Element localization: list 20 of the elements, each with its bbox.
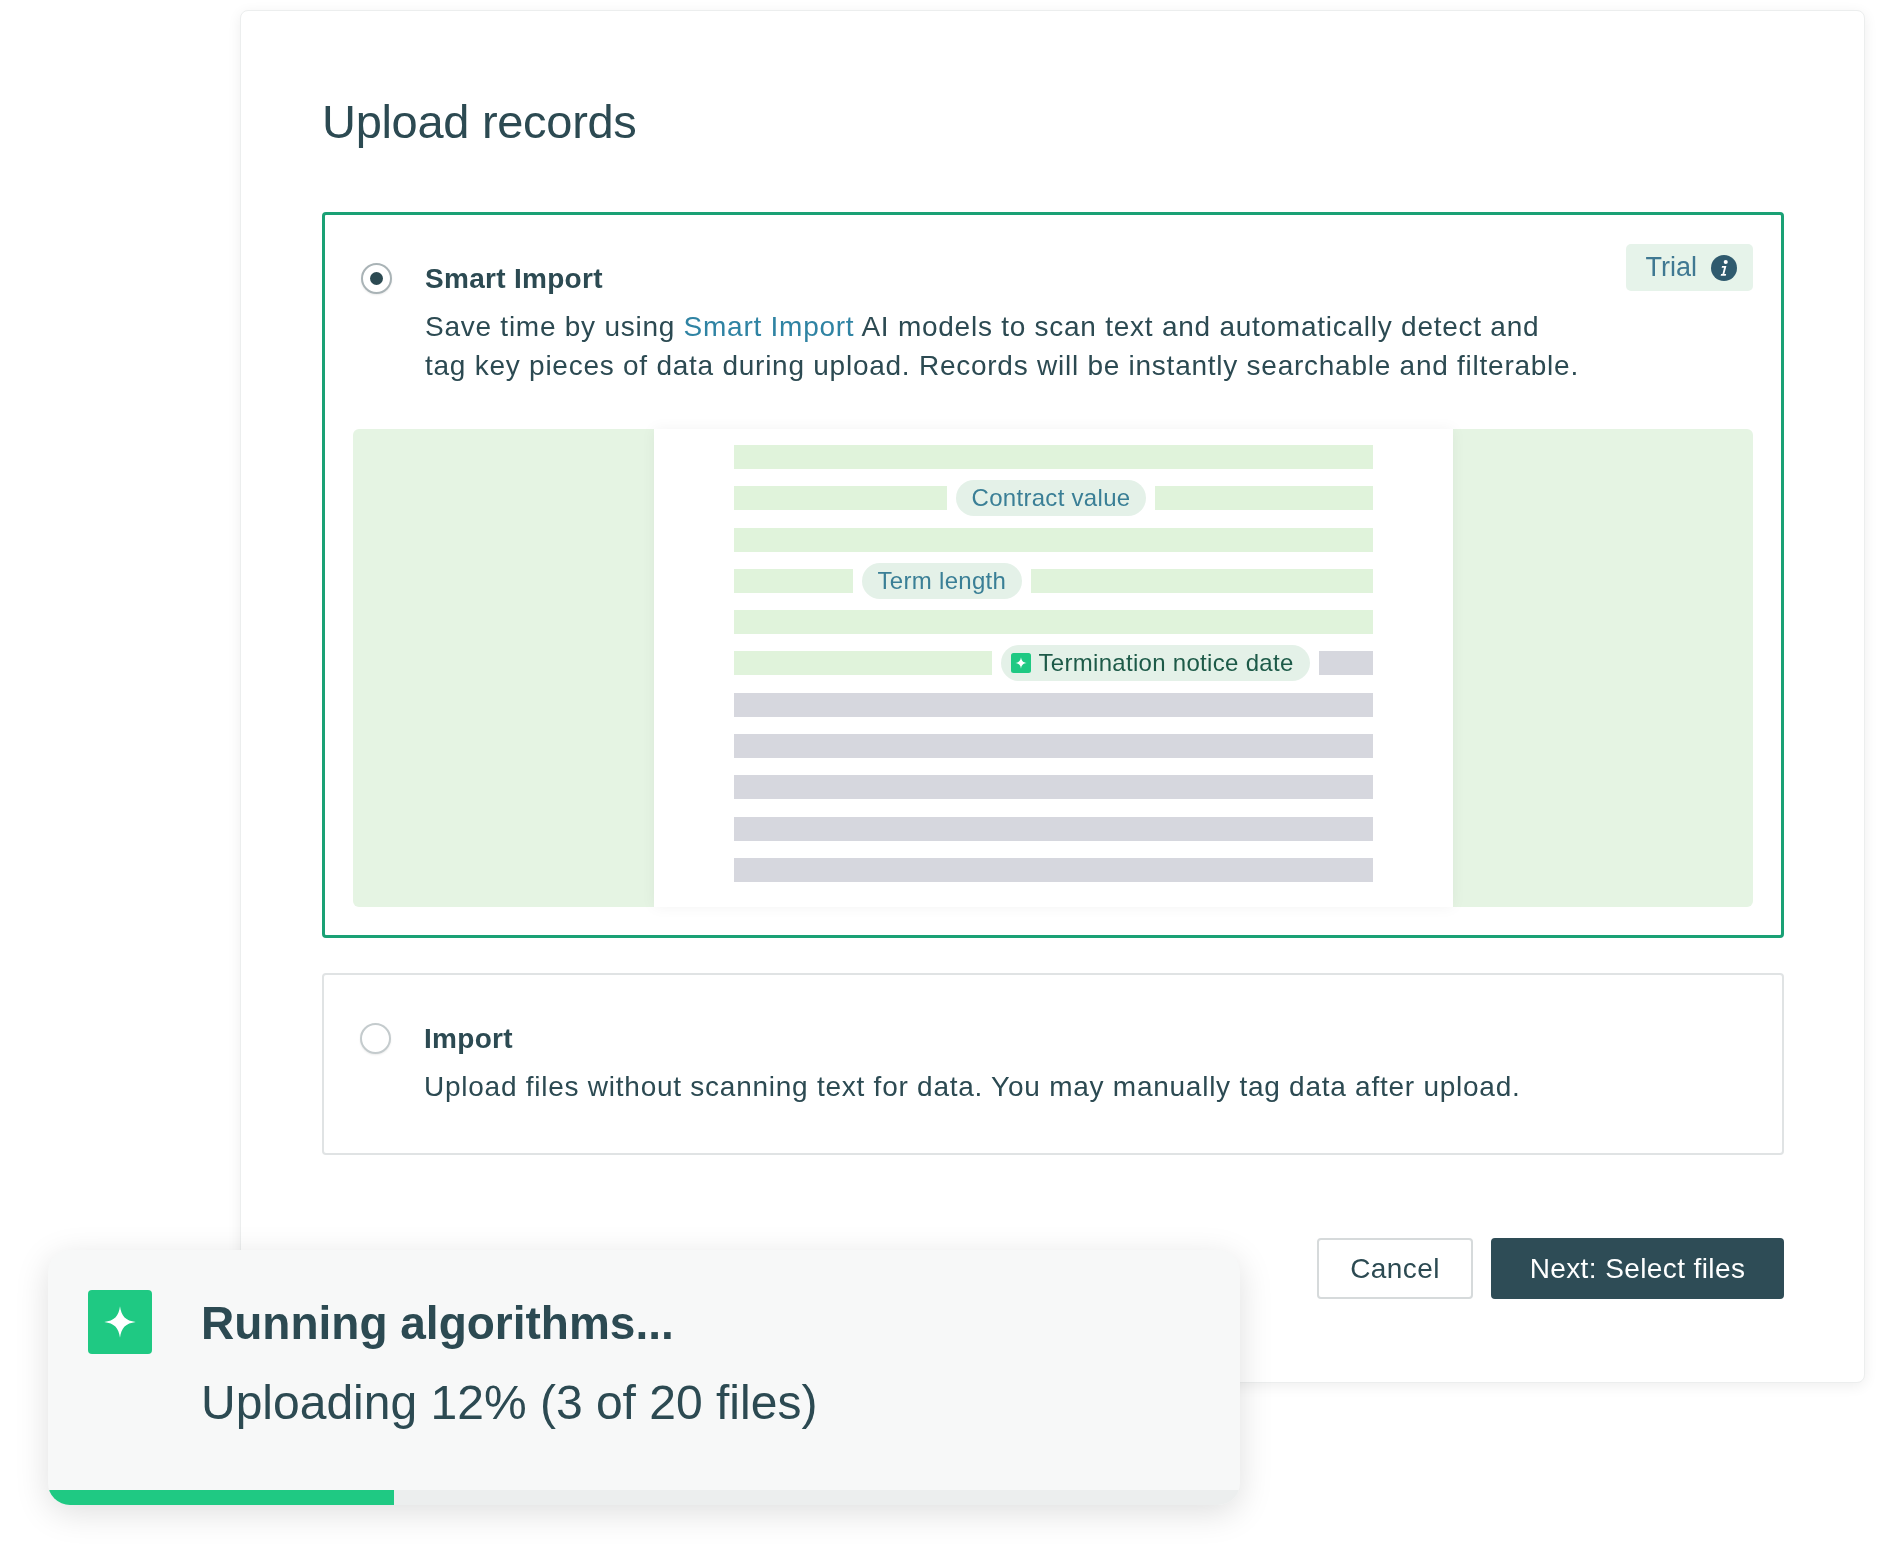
dialog-title: Upload records [322,95,638,148]
badge-label: Trial [1645,252,1697,283]
tag-chip: Term length [861,562,1023,599]
cancel-button[interactable]: Cancel [1317,1238,1473,1299]
info-icon[interactable] [1711,254,1737,281]
toast-title: Running algorithms... [201,1297,675,1349]
description-link[interactable]: Smart Import [683,311,855,342]
tag-chip: Contract value [955,480,1147,517]
option-title: Import [424,1022,514,1056]
radio-button[interactable] [361,263,392,294]
option-description: Save time by using Smart Import AI models to scan text and automatically detect and tag key pieces of data during upload. Records will be instantly searchable and filterable. [425,310,1580,383]
option-description: Upload files without scanning text for data. You may manually tag data after upload. [424,1070,1522,1104]
radio-button[interactable] [360,1023,391,1054]
next-button[interactable]: Next: Select files [1491,1238,1784,1299]
option-card[interactable]: Import Upload files without scanning text for data. You may manually tag data after upload. [322,973,1784,1155]
tag-label: Termination notice date [1038,649,1294,678]
option-title: Smart Import [425,262,604,296]
sparkle-icon [88,1290,152,1354]
sparkle-icon [1010,653,1031,674]
toast-message: Uploading 12% (3 of 20 files) [201,1377,818,1429]
